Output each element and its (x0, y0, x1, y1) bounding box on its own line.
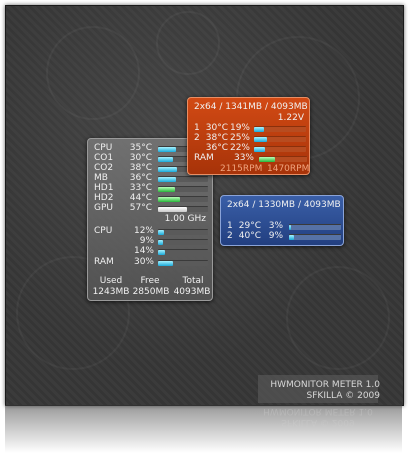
sensor-value: 33°C (129, 183, 152, 193)
cpu-core-bar (158, 229, 208, 235)
core-temp: 29°C (238, 221, 261, 231)
core-row: 2 40°C 9% (227, 231, 341, 241)
sensor-row: GPU 57°C (94, 203, 210, 213)
core-number: 2 (194, 133, 200, 143)
sensor-value: 38°C (129, 163, 152, 173)
cpu-core-row: 14% (94, 246, 210, 256)
core-number: 1 (194, 123, 200, 133)
core-load: 3% (268, 221, 283, 231)
memory-values: 1243MB 2850MB 4093MB (92, 287, 211, 297)
sensor-bar-fill (158, 157, 173, 162)
core-load: 19% (229, 123, 250, 133)
core-bar-fill (289, 235, 294, 240)
caption-reflection: SFKILLA © 2009 HWMONITOR METER 1.0 (263, 406, 373, 427)
sensor-label: CO2 (94, 163, 114, 173)
core-number: 1 (227, 221, 233, 231)
sensor-value: 35°C (129, 143, 152, 153)
cpu-core-row: 9% (94, 236, 210, 246)
sensor-value: 57°C (129, 203, 152, 213)
cpu-panel-blue[interactable]: 2x64 / 1330MB / 4093MB 1 29°C 3% 2 40°C 9% (220, 195, 344, 246)
sensor-bar (158, 206, 208, 212)
sensor-bar-fill (158, 207, 187, 212)
cpu-core-load: 14% (133, 246, 154, 256)
sensor-bar-fill (158, 177, 176, 182)
core-bar-fill (289, 225, 292, 230)
sensor-label: HD1 (94, 183, 114, 193)
sensor-value: 44°C (129, 193, 152, 203)
ram-bar (158, 260, 208, 266)
widget-title: HWMONITOR METER 1.0 (270, 380, 380, 390)
widget-author: SFKILLA © 2009 (306, 391, 380, 401)
sensor-label: HD2 (94, 193, 114, 203)
cpu-core-bar (158, 249, 208, 255)
core-bar (289, 234, 341, 240)
core-bar (254, 136, 306, 142)
core-temp: 36°C (205, 143, 228, 153)
core-temp: 38°C (205, 133, 228, 143)
background-ornament (46, 26, 140, 120)
fan1-speed: 2115RPM (220, 164, 263, 174)
ram-bar (259, 156, 307, 162)
ram-row: RAM 30% (94, 257, 212, 267)
sensor-bar-fill (158, 147, 176, 152)
sensor-bar-fill (158, 167, 177, 172)
core-row: 2 38°C 25% (194, 133, 306, 143)
core-temp: 40°C (238, 231, 261, 241)
core-bar (254, 146, 306, 152)
core-load: 9% (268, 231, 283, 241)
gpu-clock: 1.00 GHz (164, 214, 206, 224)
cpu-core-bar-fill (158, 230, 164, 235)
cpu-core-row: 12% (94, 226, 210, 236)
core-load: 22% (229, 143, 250, 153)
cpu-core-load: 9% (139, 236, 154, 246)
cpu-summary-title: 2x64 / 1330MB / 4093MB (227, 200, 341, 210)
core-bar (289, 224, 341, 230)
sensor-label: MB (94, 173, 108, 183)
sensor-label: GPU (94, 203, 113, 213)
core-bar-fill (254, 137, 267, 142)
core-row: 1 29°C 3% (227, 221, 341, 231)
core-row: 36°C 22% (194, 143, 306, 153)
core-bar-fill (254, 127, 264, 132)
cpu-panel-orange[interactable]: 2x64 / 1341MB / 4093MB 1.22V 1 30°C 19% 2 38… (187, 97, 310, 175)
cpu-voltage: 1.22V (277, 113, 304, 123)
sensor-value: 36°C (129, 173, 152, 183)
sensor-label: CPU (94, 143, 113, 153)
cpu-core-bar-fill (158, 240, 163, 245)
core-row: 1 30°C 19% (194, 123, 306, 133)
core-number: 2 (227, 231, 233, 241)
cpu-core-bar (158, 239, 208, 245)
sensor-bar-fill (158, 187, 175, 192)
core-bar (254, 126, 306, 132)
cpu-summary-title: 2x64 / 1341MB / 4093MB (194, 102, 308, 112)
sensor-bar (158, 196, 208, 202)
background-ornament (286, 266, 390, 370)
sensor-row: HD2 44°C (94, 193, 210, 203)
sensor-bar (158, 176, 208, 182)
core-temp: 30°C (205, 123, 228, 133)
sensor-value: 30°C (129, 153, 152, 163)
fan2-speed: 1470RPM (267, 164, 310, 174)
core-bar-fill (254, 147, 266, 152)
sensor-bar-fill (158, 197, 180, 202)
cpu-core-bar-fill (158, 250, 165, 255)
sensor-row: HD1 33°C (94, 183, 210, 193)
ram-row: RAM 33% (194, 153, 307, 163)
core-load: 25% (229, 133, 250, 143)
cpu-core-load: 12% (133, 226, 154, 236)
sensor-bar (158, 186, 208, 192)
background-ornament (156, 11, 220, 75)
memory-headers: Used Free Total (99, 276, 204, 286)
sensor-label: CO1 (94, 153, 114, 163)
